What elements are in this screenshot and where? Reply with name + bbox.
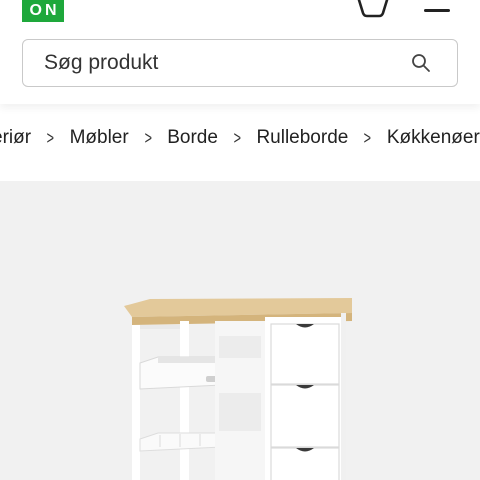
breadcrumb-item-borde[interactable]: Borde — [167, 127, 218, 149]
breadcrumb: eriør > Møbler > Borde > Rulleborde > Kø… — [0, 120, 480, 164]
breadcrumb-item-mobler[interactable]: Møbler — [70, 127, 129, 149]
chevron-right-icon: > — [46, 127, 55, 148]
search-placeholder: Søg produkt — [44, 51, 159, 74]
breadcrumb-item-interior[interactable]: eriør — [0, 127, 31, 149]
menu-icon[interactable] — [424, 0, 452, 14]
logo[interactable]: ON — [22, 0, 64, 22]
product-image-container[interactable] — [0, 181, 480, 480]
logo-text: ON — [29, 2, 60, 19]
breadcrumb-item-rulleborde[interactable]: Rulleborde — [256, 127, 348, 149]
kitchen-cart-image — [124, 298, 352, 480]
chevron-right-icon: > — [363, 127, 372, 148]
cart-icon[interactable] — [356, 0, 390, 18]
search-input[interactable]: Søg produkt — [22, 39, 458, 87]
chevron-right-icon: > — [233, 127, 241, 148]
site-header: ON Søg produkt — [0, 0, 480, 104]
breadcrumb-item-kokkenoer[interactable]: Køkkenøer — [387, 127, 480, 149]
chevron-right-icon: > — [144, 127, 152, 148]
search-icon[interactable] — [411, 53, 431, 73]
